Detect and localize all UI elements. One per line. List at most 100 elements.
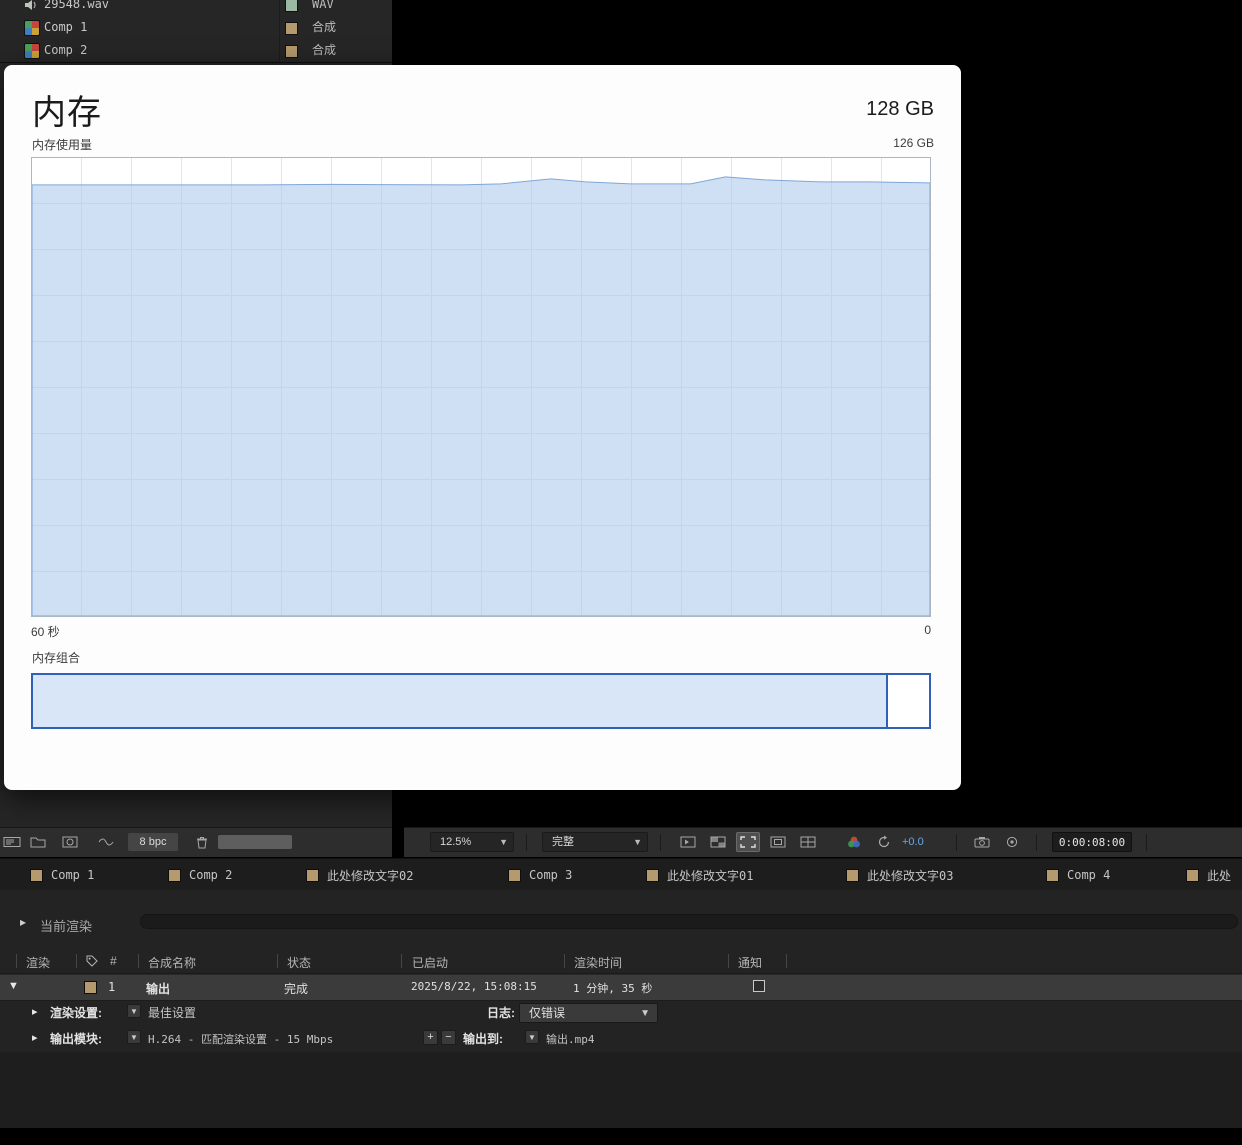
column-divider (786, 954, 787, 968)
project-item-name[interactable]: Comp 2 (44, 39, 87, 62)
tag-icon[interactable] (86, 955, 98, 970)
chevron-right-icon[interactable]: ▸ (20, 915, 26, 929)
chevron-right-icon[interactable]: ▸ (32, 1005, 38, 1018)
render-settings-row: ▸ 渲染设置: ▼ 最佳设置 日志: 仅错误 ▼ (0, 1000, 1242, 1025)
tab-text-03[interactable]: 此处修改文字03 (846, 859, 953, 891)
chevron-down-icon: ▼ (499, 837, 508, 847)
output-to-dropdown[interactable]: ▼ (525, 1030, 539, 1044)
tab-label: Comp 4 (1067, 868, 1111, 882)
transparency-grid-icon[interactable] (706, 832, 730, 852)
composition-icon (24, 20, 40, 36)
memory-pool-label: 内存组合 (32, 651, 81, 665)
label-color-swatch (168, 868, 181, 882)
exposure-value[interactable]: +0.0 (902, 836, 924, 848)
header-notify[interactable]: 通知 (738, 954, 762, 971)
trash-icon[interactable] (190, 832, 214, 852)
reset-exposure-icon[interactable] (872, 832, 896, 852)
project-item-type: WAV (312, 0, 334, 11)
column-divider (277, 954, 278, 968)
column-divider (279, 0, 280, 62)
time-axis-right: 0 (924, 623, 931, 637)
remove-output-module-button[interactable]: − (441, 1030, 456, 1045)
chevron-down-icon[interactable]: ▼ (8, 980, 19, 992)
label-color-swatch (846, 868, 859, 882)
fast-previews-icon[interactable] (676, 832, 700, 852)
render-settings-icon[interactable] (94, 832, 118, 852)
output-module-label: 输出模块: (50, 1032, 102, 1046)
guides-icon[interactable] (796, 832, 820, 852)
memory-dialog: 内存 128 GB 内存使用量 126 GB 60 秒 0 内存组合 (4, 65, 961, 790)
chevron-right-icon[interactable]: ▸ (32, 1031, 38, 1044)
bit-depth-button[interactable]: 8 bpc (128, 833, 178, 851)
time-axis-left: 60 秒 (31, 625, 60, 639)
resolution-value: 完整 (552, 836, 574, 848)
label-color-swatch[interactable] (84, 981, 97, 994)
header-comp-name[interactable]: 合成名称 (148, 954, 196, 971)
timecode-display[interactable]: 0:00:08:00 (1052, 832, 1132, 852)
log-label: 日志: (487, 1006, 515, 1020)
color-management-icon[interactable] (842, 832, 866, 852)
job-comp-name: 输出 (146, 982, 171, 996)
composition-icon (24, 43, 40, 59)
output-to-value[interactable]: 输出.mp4 (546, 1031, 595, 1047)
label-color-swatch[interactable] (285, 45, 298, 58)
queue-header-row: 渲染 # 合成名称 状态 已启动 渲染时间 通知 (0, 950, 1242, 974)
panel-divider (0, 62, 392, 63)
show-snapshot-icon[interactable] (1000, 832, 1024, 852)
project-row-audio[interactable]: 29548.wav WAV (0, 0, 392, 16)
render-settings-dropdown[interactable]: ▼ (127, 1004, 141, 1018)
new-folder-icon[interactable] (26, 832, 50, 852)
label-color-swatch (1046, 868, 1059, 882)
notify-checkbox[interactable] (753, 980, 765, 992)
project-panel-toolbar: 8 bpc (0, 827, 392, 857)
project-item-name[interactable]: Comp 1 (44, 16, 87, 39)
log-dropdown[interactable]: 仅错误 ▼ (519, 1003, 658, 1023)
memory-usage-area (32, 176, 930, 616)
tab-comp-1[interactable]: Comp 1 (30, 859, 94, 891)
tab-text-01[interactable]: 此处修改文字01 (646, 859, 753, 891)
header-render[interactable]: 渲染 (26, 954, 50, 971)
zoom-dropdown[interactable]: 12.5% ▼ (430, 832, 514, 852)
audio-file-icon (24, 0, 38, 11)
output-module-dropdown[interactable]: ▼ (127, 1030, 141, 1044)
interpret-footage-icon[interactable] (0, 832, 24, 852)
label-color-swatch[interactable] (285, 22, 298, 35)
resolution-dropdown[interactable]: 完整 ▼ (542, 832, 648, 852)
total-memory-value: 128 GB (866, 98, 934, 120)
project-item-type: 合成 (312, 20, 337, 34)
render-queue-panel: ▸ 当前渲染 渲染 # 合成名称 状态 已启动 渲染时间 通知 ▼ 1 输出 完… (0, 890, 1242, 1128)
render-settings-value[interactable]: 最佳设置 (148, 1004, 196, 1021)
label-color-swatch[interactable] (285, 0, 298, 12)
output-module-row: ▸ 输出模块: ▼ H.264 - 匹配渲染设置 - 15 Mbps + − 输… (0, 1026, 1242, 1051)
project-row-comp2[interactable]: Comp 2 合成 (0, 39, 392, 62)
tab-comp-3[interactable]: Comp 3 (508, 859, 572, 891)
header-status[interactable]: 状态 (287, 954, 311, 971)
tab-comp-2[interactable]: Comp 2 (168, 859, 232, 891)
tab-partial[interactable]: 此处 (1186, 859, 1231, 891)
job-render-time: 1 分钟, 35 秒 (573, 982, 653, 995)
current-render-row: ▸ 当前渲染 (0, 890, 1242, 948)
dialog-title: 内存 (32, 94, 102, 132)
current-render-label: 当前渲染 (40, 919, 93, 934)
output-module-value[interactable]: H.264 - 匹配渲染设置 - 15 Mbps (148, 1031, 333, 1047)
tab-text-02[interactable]: 此处修改文字02 (306, 859, 413, 891)
snapshot-camera-icon[interactable] (970, 832, 994, 852)
toggle-mask-visibility-icon[interactable] (766, 832, 790, 852)
tab-label: 此处 (1207, 868, 1232, 883)
region-of-interest-icon[interactable] (736, 832, 760, 852)
tab-comp-4[interactable]: Comp 4 (1046, 859, 1110, 891)
toolbar-separator (526, 834, 527, 851)
project-row-comp1[interactable]: Comp 1 合成 (0, 16, 392, 39)
log-value: 仅错误 (529, 1006, 566, 1020)
label-color-swatch (1186, 868, 1199, 882)
project-item-name[interactable]: 29548.wav (44, 0, 109, 16)
render-job-row[interactable]: ▼ 1 输出 完成 2025/8/22, 15:08:15 1 分钟, 35 秒 (0, 974, 1242, 1001)
header-render-time[interactable]: 渲染时间 (574, 954, 622, 971)
header-started[interactable]: 已启动 (412, 954, 448, 971)
tab-label: Comp 3 (529, 868, 573, 882)
add-output-module-button[interactable]: + (423, 1030, 438, 1045)
new-composition-icon[interactable] (58, 832, 82, 852)
header-number[interactable]: # (110, 954, 117, 968)
toolbar-separator (660, 834, 661, 851)
job-status: 完成 (284, 982, 309, 996)
